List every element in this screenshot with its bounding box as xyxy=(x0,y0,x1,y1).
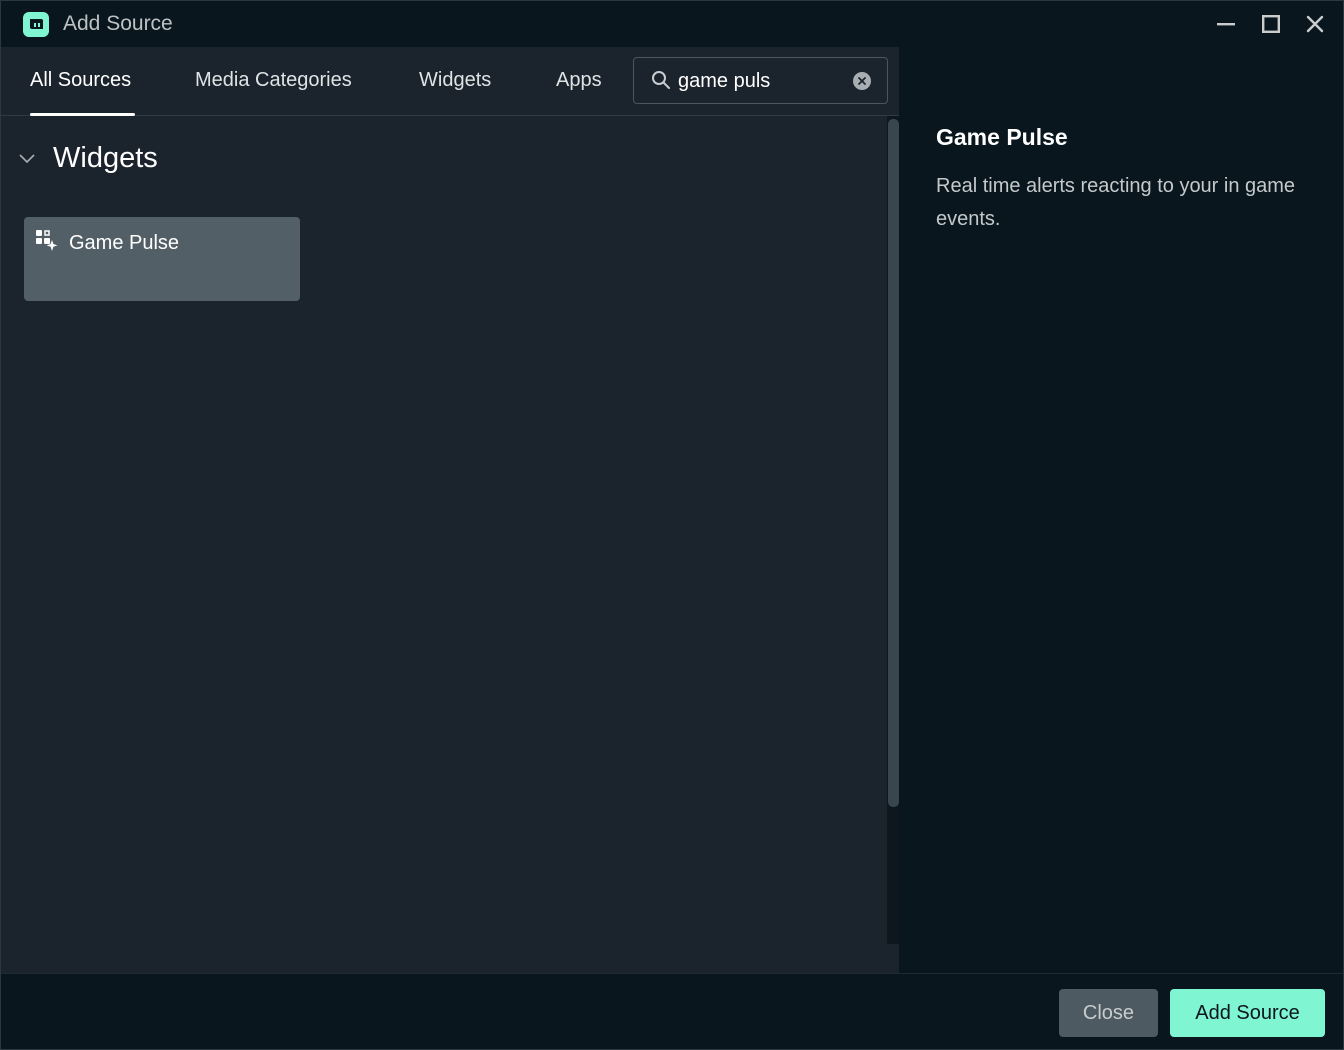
minimize-icon xyxy=(1217,23,1235,26)
close-button[interactable]: Close xyxy=(1059,989,1158,1037)
tab-all-sources[interactable]: All Sources xyxy=(30,69,131,92)
detail-title: Game Pulse xyxy=(936,124,1068,150)
add-source-window: Add Source All Sources Media Categories … xyxy=(0,0,1344,1050)
widget-sparkle-icon xyxy=(36,230,58,251)
tab-bar: All Sources Media Categories Widgets App… xyxy=(1,47,899,116)
chevron-down-icon xyxy=(19,154,35,164)
active-tab-indicator xyxy=(30,113,135,116)
source-card-game-pulse[interactable]: Game Pulse xyxy=(24,217,300,301)
scrollbar-thumb[interactable] xyxy=(888,119,899,807)
source-card-label: Game Pulse xyxy=(69,232,180,254)
maximize-icon xyxy=(1262,15,1280,33)
source-detail-pane: Game Pulse Real time alerts reacting to … xyxy=(899,47,1343,973)
streamlabs-logo-icon xyxy=(23,12,49,37)
sources-pane: All Sources Media Categories Widgets App… xyxy=(1,47,899,973)
minimize-button[interactable] xyxy=(1211,9,1241,39)
window-title: Add Source xyxy=(63,12,173,35)
widgets-section-header[interactable]: Widgets xyxy=(18,140,158,176)
title-bar: Add Source xyxy=(1,1,1343,47)
tab-widgets[interactable]: Widgets xyxy=(419,69,491,92)
maximize-button[interactable] xyxy=(1256,9,1286,39)
search-box xyxy=(633,57,888,104)
close-icon xyxy=(1306,15,1324,33)
section-title: Widgets xyxy=(53,141,158,174)
search-input[interactable] xyxy=(678,67,843,95)
tab-media-categories[interactable]: Media Categories xyxy=(195,69,352,92)
search-icon xyxy=(652,71,670,89)
clear-search-icon[interactable] xyxy=(853,72,871,90)
detail-description: Real time alerts reacting to your in gam… xyxy=(936,175,1296,230)
footer-bar: Close Add Source xyxy=(1,973,1343,1049)
tab-apps[interactable]: Apps xyxy=(556,69,602,92)
close-window-button[interactable] xyxy=(1300,9,1330,39)
add-source-button[interactable]: Add Source xyxy=(1170,989,1325,1037)
